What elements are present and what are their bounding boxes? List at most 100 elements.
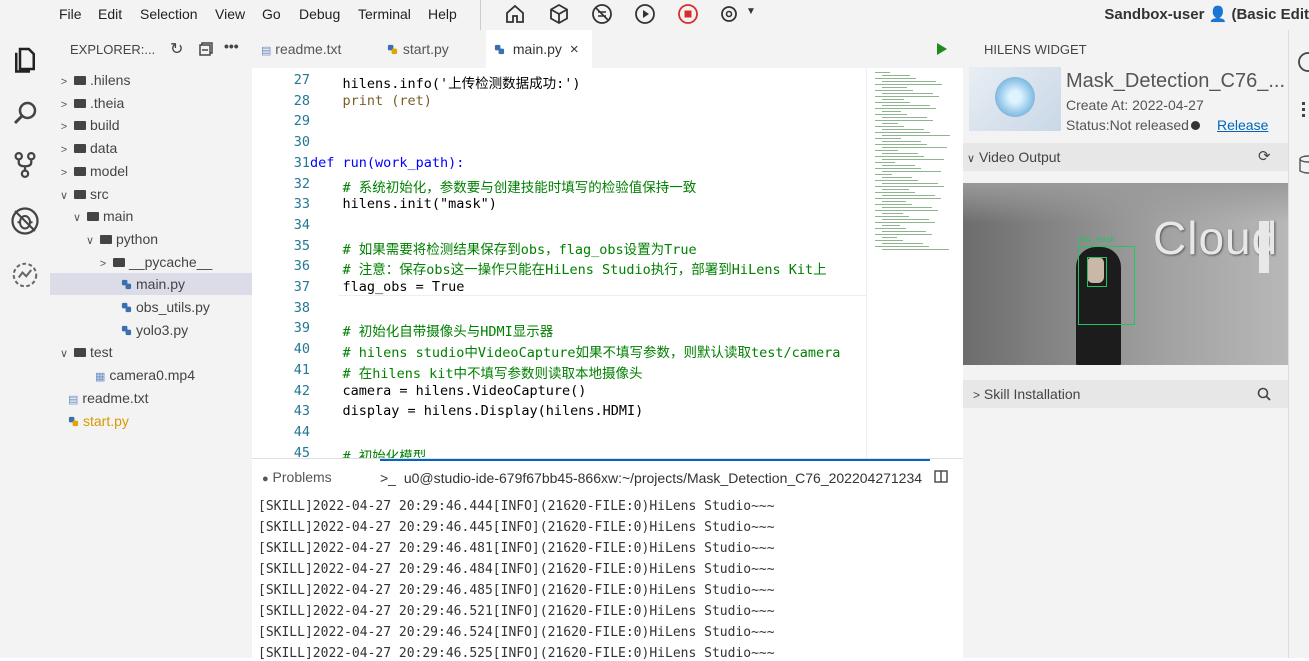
- minimap-line: [882, 123, 898, 124]
- code-editor[interactable]: 27 hilens.info('上传检测数据成功:') 28 print (ret…: [252, 68, 952, 458]
- minimap-line: [882, 81, 936, 82]
- folder-icon: [100, 234, 112, 244]
- tab-start-py[interactable]: start.py: [375, 30, 485, 68]
- skill-installation-header[interactable]: > Skill Installation: [963, 380, 1288, 408]
- terminal-icon: >_: [380, 470, 396, 486]
- settings-dropdown-icon[interactable]: [719, 2, 743, 26]
- menu-file[interactable]: File: [59, 6, 82, 22]
- code-line: # hilens studio中VideoCapture如果不填写参数，则默认读…: [310, 345, 841, 362]
- status-dot: [1191, 121, 1200, 130]
- tree-item[interactable]: ∨ python: [50, 228, 252, 250]
- search-icon[interactable]: [10, 98, 40, 128]
- right-side-bar: [1288, 30, 1309, 658]
- explorer-files-icon[interactable]: [10, 44, 40, 74]
- minimap-line: [882, 159, 944, 160]
- tree-item[interactable]: ▤ readme.txt: [50, 387, 252, 409]
- minimap-line: [882, 207, 932, 208]
- search-icon[interactable]: [1257, 387, 1271, 401]
- chevron-right-icon: >: [60, 144, 68, 157]
- split-terminal-icon[interactable]: [934, 470, 948, 483]
- python-file-icon: [494, 44, 505, 55]
- minimap[interactable]: [866, 68, 952, 458]
- tree-item[interactable]: > __pycache__: [50, 251, 252, 273]
- python-file-icon: [121, 280, 132, 290]
- menu-edit[interactable]: Edit: [98, 6, 122, 22]
- terminal-line: [SKILL]2022-04-27 20:29:46.485[INFO](216…: [258, 583, 775, 598]
- tree-item[interactable]: ▦ camera0.mp4: [50, 364, 252, 386]
- chevron-down-icon: ∨: [59, 189, 69, 202]
- line-number: 40: [293, 341, 310, 358]
- run-circle-icon[interactable]: [633, 2, 657, 26]
- refresh-icon[interactable]: ↻: [170, 39, 183, 59]
- tree-item-label: readme.txt: [82, 389, 149, 406]
- close-tab-icon[interactable]: ×: [570, 41, 579, 58]
- widget-icon[interactable]: [1295, 50, 1309, 74]
- folder-icon: [74, 348, 86, 358]
- collapse-all-icon[interactable]: [199, 42, 213, 56]
- debug-icon[interactable]: [10, 206, 40, 236]
- minimap-line: [875, 90, 913, 91]
- database-icon[interactable]: [1298, 154, 1309, 176]
- text-file-icon: ▤: [68, 393, 79, 406]
- refresh-icon[interactable]: ⟳: [1258, 143, 1271, 171]
- menu-view[interactable]: View: [215, 6, 245, 22]
- tab-terminal[interactable]: >_ u0@studio-ide-679f67bb45-866xw:~/proj…: [380, 459, 930, 495]
- debug-disable-icon[interactable]: [590, 2, 614, 26]
- minimap-line: [882, 225, 900, 226]
- minimap-line: [875, 132, 930, 133]
- tree-item[interactable]: ∨ test: [50, 341, 252, 363]
- minimap-line: [882, 249, 949, 250]
- tree-item[interactable]: > .hilens: [50, 69, 252, 91]
- tree-item[interactable]: ∨ src: [50, 183, 252, 205]
- chevron-right-icon: >: [60, 98, 68, 111]
- tree-item[interactable]: ∨ main: [50, 205, 252, 227]
- video-output-header[interactable]: ∨ Video Output ⟳: [963, 143, 1288, 171]
- folder-icon: [74, 121, 86, 131]
- tab-readme[interactable]: ▤ readme.txt: [252, 30, 372, 68]
- minimap-line: [882, 183, 938, 184]
- release-link[interactable]: Release: [1217, 117, 1268, 133]
- home-icon[interactable]: [503, 2, 527, 26]
- source-control-icon[interactable]: [10, 150, 40, 180]
- minimap-line: [882, 171, 941, 172]
- tab-main-py[interactable]: main.py ×: [486, 30, 592, 68]
- chevron-down-icon: ∨: [72, 212, 82, 225]
- tree-item[interactable]: > data: [50, 137, 252, 159]
- menu-help[interactable]: Help: [428, 6, 457, 22]
- run-icon[interactable]: [936, 42, 948, 56]
- minimap-line: [875, 204, 912, 205]
- menu-go[interactable]: Go: [262, 6, 281, 22]
- code-line: # 如果需要将检测结果保存到obs，flag_obs设置为True: [310, 241, 697, 258]
- python-file-icon: [68, 416, 79, 426]
- tree-item[interactable]: > build: [50, 114, 252, 136]
- minimap-line: [875, 210, 938, 211]
- line-number: 41: [293, 361, 310, 378]
- chevron-right-icon: >: [60, 121, 68, 134]
- more-actions-icon[interactable]: •••: [224, 38, 239, 54]
- extensions-icon[interactable]: [10, 260, 40, 290]
- tree-item[interactable]: main.py: [50, 273, 252, 296]
- tree-item[interactable]: start.py: [50, 410, 252, 432]
- tree-item[interactable]: > .theia: [50, 92, 252, 114]
- tree-item[interactable]: obs_utils.py: [50, 296, 252, 318]
- minimap-line: [882, 243, 923, 244]
- menu-debug[interactable]: Debug: [299, 6, 340, 22]
- menu-selection[interactable]: Selection: [140, 6, 198, 22]
- minimap-line: [882, 213, 903, 214]
- terminal-line: [SKILL]2022-04-27 20:29:46.481[INFO](216…: [258, 541, 775, 556]
- chevron-down-icon: ∨: [85, 234, 95, 247]
- menu-terminal[interactable]: Terminal: [358, 6, 411, 22]
- tree-item[interactable]: yolo3.py: [50, 319, 252, 341]
- user-account[interactable]: Sandbox-user 👤 (Basic Edit: [1104, 5, 1309, 23]
- minimap-line: [882, 153, 918, 154]
- package-icon[interactable]: [547, 2, 571, 26]
- skill-thumbnail: [969, 67, 1061, 131]
- tab-problems[interactable]: ● Problems: [262, 469, 332, 485]
- bottom-panel: ● Problems >_ u0@studio-ide-679f67bb45-8…: [252, 458, 963, 661]
- minimap-line: [882, 129, 924, 130]
- minimap-line: [882, 111, 901, 112]
- chevron-down-icon[interactable]: ▼: [746, 6, 756, 17]
- grid-icon[interactable]: [1300, 100, 1309, 120]
- tree-item[interactable]: > model: [50, 160, 252, 182]
- stop-icon[interactable]: [676, 2, 700, 26]
